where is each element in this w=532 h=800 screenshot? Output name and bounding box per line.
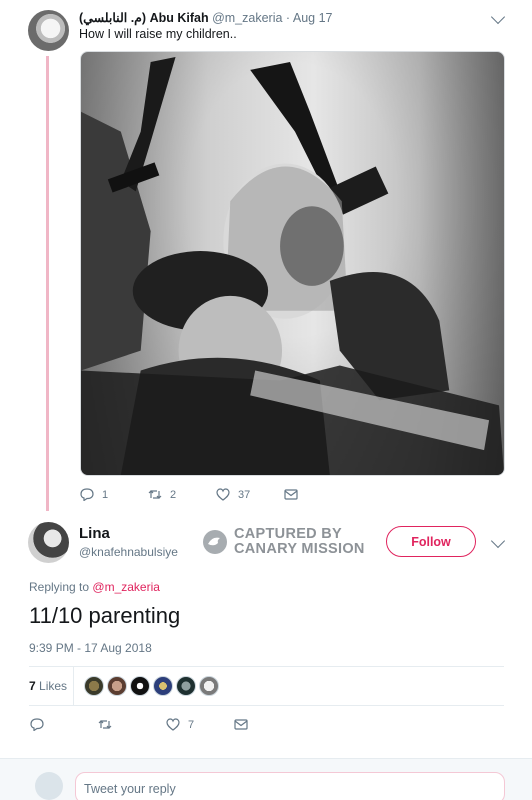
canary-logo-icon [203,530,227,554]
tweet1-photo[interactable] [80,51,505,476]
watermark-line2: CANARY MISSION [234,541,365,557]
tweet1-display-name[interactable]: Abu Kifah [150,11,209,25]
avatar-lina[interactable] [28,522,69,563]
replying-to-link[interactable]: @m_zakeria [92,580,160,594]
tweet1-handle[interactable]: @m_zakeria [212,11,282,25]
reply-icon[interactable] [30,718,44,732]
tweet2-display-name[interactable]: Lina [79,525,110,542]
retweet-action[interactable]: 2 [148,488,216,501]
divider [29,666,504,667]
liker-avatar[interactable] [107,676,127,696]
photo-illustration [81,56,504,475]
dm-action[interactable] [234,718,248,731]
liker-avatar[interactable] [176,676,196,696]
replying-prefix: Replying to [29,580,90,594]
tweet1-date[interactable]: Aug 17 [293,11,333,25]
avatar-abu-kifah[interactable] [28,10,69,51]
like-count: 37 [238,488,251,501]
chevron-down-icon[interactable] [490,533,506,549]
like-action[interactable]: 7 [166,718,234,731]
mail-icon[interactable] [234,718,248,731]
retweet-icon[interactable] [148,488,162,501]
heart-icon[interactable] [216,488,230,501]
divider [73,667,74,705]
canary-watermark: CAPTURED BY CANARY MISSION [203,527,365,557]
like-action[interactable]: 37 [216,488,284,501]
thread-line [46,56,49,511]
reply-icon[interactable] [80,488,94,502]
follow-button[interactable]: Follow [386,526,476,557]
reply-input[interactable]: Tweet your reply [75,772,505,800]
tweet1-header: (م. النابلسي) Abu Kifah @m_zakeria · Aug… [79,11,333,25]
retweet-action[interactable] [98,718,166,731]
tweet1-text: How I will raise my children.. [79,27,237,41]
retweet-count: 2 [170,488,177,501]
mail-icon[interactable] [284,488,298,501]
tweet2-handle[interactable]: @knafehnabulsiye [79,545,178,559]
tweet1-actions: 1 2 37 [80,488,298,502]
dm-action[interactable] [284,488,298,501]
likes-count: 7 [29,679,36,693]
tweet2-timestamp[interactable]: 9:39 PM - 17 Aug 2018 [29,641,152,655]
liker-avatar[interactable] [153,676,173,696]
liker-avatar[interactable] [199,676,219,696]
retweet-icon[interactable] [98,718,112,731]
my-avatar [35,772,63,800]
liker-avatar[interactable] [130,676,150,696]
liker-avatar[interactable] [84,676,104,696]
likers-avatars [84,676,219,696]
tweet2-text: 11/10 parenting [29,603,181,628]
reply-action[interactable] [30,718,98,732]
like-count: 7 [188,718,195,731]
tweet2-actions: 7 [30,718,248,732]
heart-icon[interactable] [166,718,180,731]
replying-to: Replying to @m_zakeria [29,580,160,594]
tweet1-display-name-arabic[interactable]: (م. النابلسي) [79,11,146,25]
likes-label: Likes [39,679,68,693]
reply-count: 1 [102,488,109,501]
watermark-line1: CAPTURED BY [234,526,343,542]
divider [29,705,504,706]
reply-action[interactable]: 1 [80,488,148,502]
chevron-down-icon[interactable] [490,9,506,25]
likes-stat[interactable]: 7 Likes [29,679,67,693]
